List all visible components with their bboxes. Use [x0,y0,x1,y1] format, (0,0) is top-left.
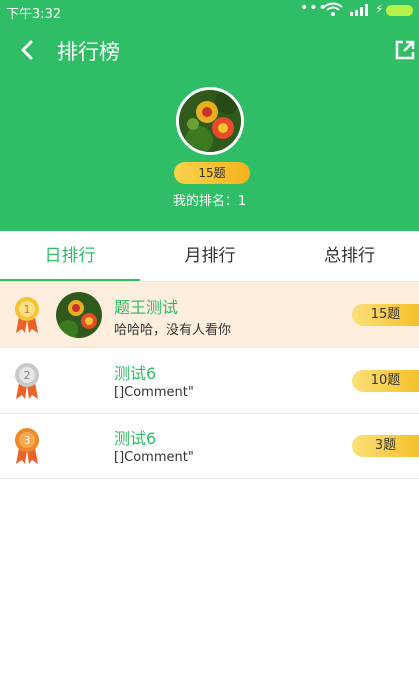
score-badge: 10题 [352,370,419,392]
user-comment: []Comment" [114,450,194,465]
battery-icon [386,5,413,16]
score-badge: 3题 [352,435,419,457]
list-item[interactable]: 3 测试6 []Comment" 3题 [0,413,419,479]
user-name: 测试6 [114,429,157,448]
tab-daily[interactable]: 日排行 [0,231,140,281]
user-avatar[interactable] [176,87,244,155]
signal-icon [350,4,370,20]
user-name: 题王测试 [114,298,179,317]
share-button[interactable] [394,39,416,61]
user-comment: []Comment" [114,385,194,400]
header: 下午3:32 ••• ⚡ 排行榜 15题 我的排名：1 [0,0,419,231]
score-badge: 15题 [352,304,419,326]
my-rank-text: 我的排名：1 [172,194,247,209]
back-button[interactable] [16,36,40,64]
status-time: 下午3:32 [6,7,62,22]
status-bar: 下午3:32 ••• ⚡ [0,0,419,22]
wifi-icon [323,2,343,20]
user-comment: 哈哈哈，没有人看你 [114,323,232,338]
tab-indicator [0,279,140,281]
tab-monthly[interactable]: 月排行 [140,231,280,281]
page-title: 排行榜 [57,40,120,64]
list-item[interactable]: 1 题王测试 哈哈哈，没有人看你 15题 [0,282,419,348]
tab-total[interactable]: 总排行 [280,231,419,281]
medal-rank-number: 2 [24,369,31,382]
list-item[interactable]: 2 测试6 []Comment" 10题 [0,348,419,414]
medal-rank-number: 3 [24,434,31,447]
question-count-badge: 15题 [174,162,250,184]
avatar[interactable] [56,292,102,338]
user-name: 测试6 [114,364,157,383]
medal-rank-number: 1 [24,303,31,316]
bronze-medal-icon: 3 [10,426,44,466]
ranking-tabs: 日排行 月排行 总排行 [0,231,419,282]
silver-medal-icon: 2 [10,361,44,401]
charging-icon: ⚡ [375,2,384,16]
gold-medal-icon: 1 [10,295,44,335]
